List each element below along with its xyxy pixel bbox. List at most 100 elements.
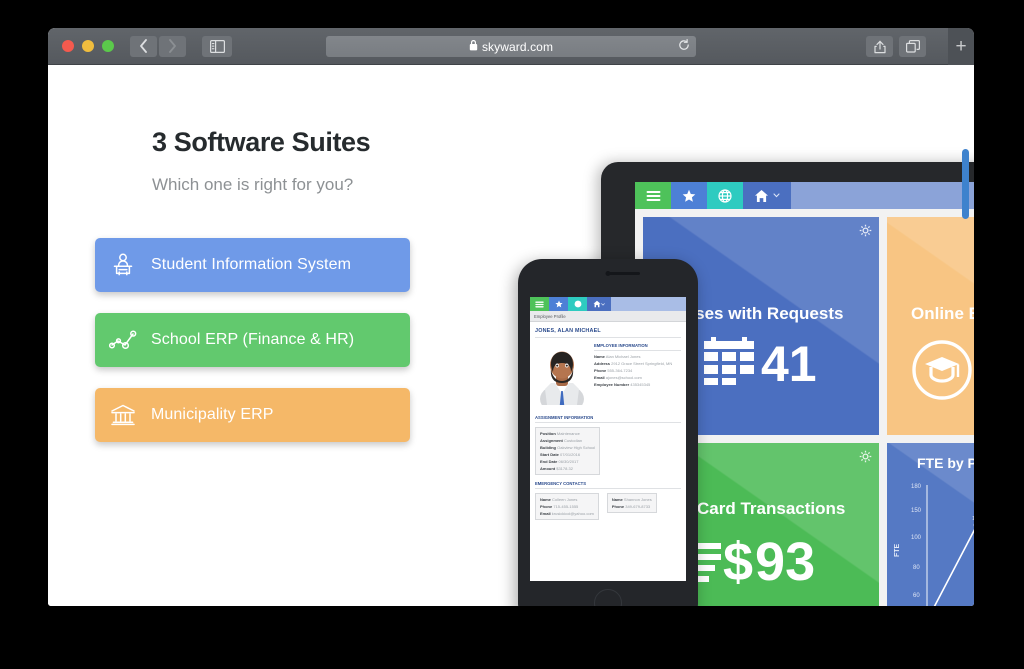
svg-text:150: 150 xyxy=(911,508,922,514)
svg-text:80: 80 xyxy=(913,565,920,571)
share-button[interactable] xyxy=(866,36,893,57)
minimize-window-button[interactable] xyxy=(82,40,94,52)
hamburger-menu-icon[interactable] xyxy=(530,297,549,311)
page-copy: 3 Software Suites Which one is right for… xyxy=(152,127,482,195)
tablet-nav-bar xyxy=(635,182,974,209)
chevron-down-icon xyxy=(773,193,780,198)
field-label: Phone xyxy=(594,368,607,373)
field-value: Custodian xyxy=(564,438,583,443)
show-all-tabs-button[interactable] xyxy=(899,36,926,57)
svg-text:60: 60 xyxy=(913,593,920,599)
info-field: Name Alan Michael Jones xyxy=(594,354,681,359)
field-label: Assignment xyxy=(540,438,563,443)
forward-button[interactable] xyxy=(159,35,186,57)
avatar-illustration xyxy=(540,351,584,414)
field-label: Address xyxy=(594,361,611,366)
url-text: skyward.com xyxy=(481,39,554,54)
field-label: Phone xyxy=(611,504,625,509)
info-field: Phone 349-679-8733 xyxy=(612,504,652,509)
zoom-window-button[interactable] xyxy=(102,40,114,52)
info-field: Address 2912 Grace Street Springfield, M… xyxy=(594,361,681,366)
globe-icon[interactable] xyxy=(568,297,587,311)
page-scrollbar[interactable] xyxy=(962,149,969,219)
phone-nav-filler xyxy=(611,297,686,311)
back-button[interactable] xyxy=(130,35,157,57)
svg-text:180: 180 xyxy=(911,484,922,490)
reload-icon[interactable] xyxy=(678,38,690,56)
info-field: Phone 555-364-7234 xyxy=(594,368,681,373)
field-label: Employee Number xyxy=(594,382,630,387)
gear-icon[interactable] xyxy=(859,450,872,468)
suite-button-school-erp[interactable]: School ERP (Finance & HR) xyxy=(95,313,410,367)
field-label: Start Date xyxy=(540,452,559,457)
info-field: Building Oakview High School xyxy=(540,445,595,450)
phone-device-mockup: Employee Profile JONES, ALAN MICHAEL EMP… xyxy=(518,259,698,606)
tile-currency: $ xyxy=(723,532,754,592)
employee-info-fields: Name Alan Michael Jones Address 2912 Gra… xyxy=(594,354,681,387)
hamburger-menu-icon[interactable] xyxy=(635,182,671,209)
tile-online-enrollment[interactable]: Online Enro 2 xyxy=(887,217,974,435)
field-label: Name xyxy=(594,354,605,359)
field-label: End Date xyxy=(540,459,558,464)
tablet-nav-filler xyxy=(791,182,974,209)
field-value: 555-364-7234 xyxy=(607,368,633,373)
info-field: Name Shannon Jones xyxy=(612,497,652,502)
field-label: Email xyxy=(594,375,605,380)
phone-screen: Employee Profile JONES, ALAN MICHAEL EMP… xyxy=(530,297,686,581)
home-icon[interactable] xyxy=(743,182,791,209)
emergency-contact-card: Name Shannon Jones Phone 349-679-8733 xyxy=(606,493,657,513)
field-value: 715-455-1555 xyxy=(553,504,579,509)
star-icon[interactable] xyxy=(549,297,568,311)
toolbar-actions xyxy=(866,36,926,57)
suite-button-student-information-system[interactable]: Student Information System xyxy=(95,238,410,292)
field-value: krusickicol@yahoo.com xyxy=(551,511,594,516)
chevron-down-icon xyxy=(601,302,605,306)
field-value: 349-679-8733 xyxy=(625,504,651,509)
globe-icon[interactable] xyxy=(707,182,743,209)
navigation-buttons xyxy=(130,35,186,57)
field-label: Position xyxy=(540,431,556,436)
address-bar[interactable]: skyward.com xyxy=(326,36,696,57)
phone-nav-bar xyxy=(530,297,686,311)
suite-button-municipality-erp[interactable]: Municipality ERP xyxy=(95,388,410,442)
field-value: Alan Michael Jones xyxy=(605,354,641,359)
info-field: Email ajones@school.com xyxy=(594,375,681,380)
window-controls xyxy=(62,40,114,52)
home-icon[interactable] xyxy=(587,297,611,311)
tile-value-group: $ 93 xyxy=(687,535,815,589)
emergency-contacts-list: Name Colleen Jones Phone 715-455-1555 Em… xyxy=(535,493,681,520)
avatar xyxy=(535,343,589,414)
field-label: Amount xyxy=(540,466,556,471)
employee-information-section: EMPLOYEE INFORMATION Name Alan Michael J… xyxy=(594,343,681,410)
tile-value: 41 xyxy=(761,335,817,392)
tile-fte-by-position[interactable]: FTE by Posi 180 150 100 80 60 50 xyxy=(887,443,974,606)
assignment-information-box: Position Maintenance Assignment Custodia… xyxy=(535,427,601,475)
info-field: Start Date 07/01/2016 xyxy=(540,452,595,457)
field-label: Building xyxy=(540,445,556,450)
info-field: Amount $3178.32 xyxy=(540,466,595,471)
suite-button-label: School ERP (Finance & HR) xyxy=(151,331,355,348)
tile-title: FTE by Posi xyxy=(917,455,974,471)
new-tab-button[interactable]: + xyxy=(948,28,974,65)
field-value: ajones@school.com xyxy=(605,375,642,380)
line-chart-icon: 180 150 100 80 60 50 FTE 20 125 1 xyxy=(894,484,974,606)
show-sidebar-button[interactable] xyxy=(202,35,232,57)
phone-home-button[interactable] xyxy=(594,589,622,606)
star-icon[interactable] xyxy=(671,182,707,209)
page-subtitle: Which one is right for you? xyxy=(152,175,354,194)
info-field: Email krusickicol@yahoo.com xyxy=(540,511,594,516)
info-field: End Date 06/30/2017 xyxy=(540,459,595,464)
field-value: Oakview High School xyxy=(557,445,596,450)
field-value: 2912 Grace Street Springfield, MN xyxy=(611,361,673,366)
gear-icon[interactable] xyxy=(859,224,872,242)
close-window-button[interactable] xyxy=(62,40,74,52)
section-heading: ASSIGNMENT INFORMATION xyxy=(535,415,681,423)
svg-text:125: 125 xyxy=(972,516,974,522)
graduation-cap-icon xyxy=(911,339,973,406)
breadcrumb: Employee Profile xyxy=(530,311,686,322)
info-field: Assignment Custodian xyxy=(540,438,595,443)
field-label: Name xyxy=(540,497,551,502)
field-value: 07/01/2016 xyxy=(560,452,581,457)
field-value: $3178.32 xyxy=(556,466,573,471)
browser-toolbar: skyward.com + xyxy=(48,28,974,65)
